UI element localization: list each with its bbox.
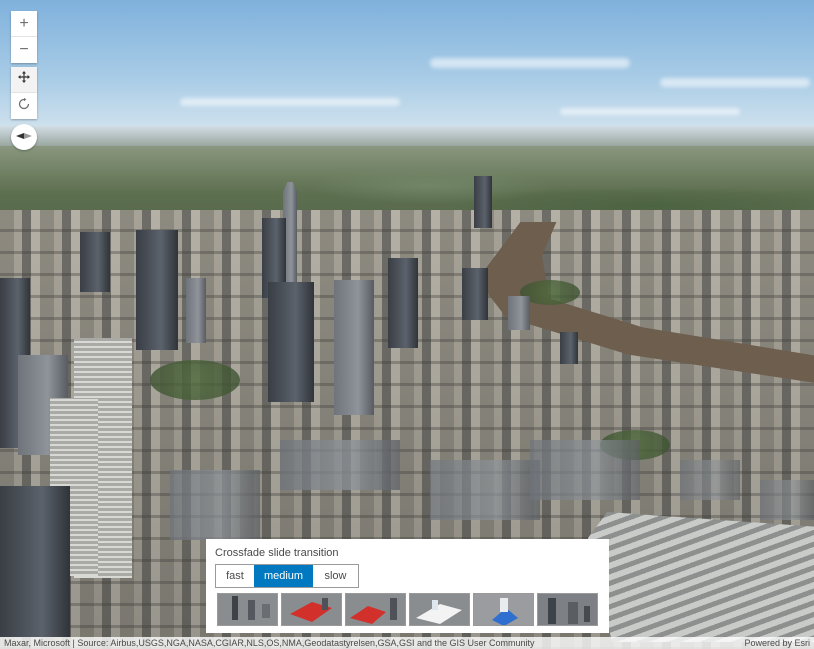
slide-thumbnail[interactable]	[345, 593, 406, 626]
attribution-text[interactable]: Maxar, Microsoft | Source: Airbus,USGS,N…	[4, 637, 535, 649]
skyscraper	[0, 486, 70, 637]
slide-thumbnail[interactable]	[281, 593, 342, 626]
rotate-mode-button[interactable]	[11, 93, 37, 119]
skyscraper	[508, 296, 530, 330]
slide-thumbnail[interactable]	[217, 593, 278, 626]
zoom-out-button[interactable]: −	[11, 37, 37, 63]
pan-icon	[17, 70, 31, 89]
speed-medium-button[interactable]: medium	[254, 565, 313, 587]
slide-thumbnail[interactable]	[409, 593, 470, 626]
sky	[0, 0, 814, 138]
skyscraper	[388, 258, 418, 348]
skyscraper	[334, 280, 374, 415]
compass-icon	[15, 128, 33, 146]
pan-mode-button[interactable]	[11, 67, 37, 93]
panel-title: Crossfade slide transition	[215, 547, 339, 559]
skyscraper	[80, 232, 110, 292]
navigation-toggle	[11, 67, 37, 119]
skyscraper	[186, 278, 206, 343]
speed-slow-button[interactable]: slow	[313, 565, 358, 587]
skyscraper	[268, 282, 314, 402]
slides-panel: Crossfade slide transition fast medium s…	[206, 539, 609, 633]
skyscraper	[136, 230, 178, 350]
slide-thumbnail[interactable]	[473, 593, 534, 626]
slide-thumbnail[interactable]	[537, 593, 598, 626]
transition-speed-selector: fast medium slow	[215, 564, 359, 588]
train-station-roof	[588, 512, 814, 642]
attribution-bar: Maxar, Microsoft | Source: Airbus,USGS,N…	[0, 637, 814, 649]
skyscraper	[462, 268, 488, 320]
powered-by-esri[interactable]: Powered by Esri	[744, 637, 810, 649]
skyscraper	[474, 176, 492, 228]
rotate-icon	[17, 97, 31, 116]
speed-fast-button[interactable]: fast	[216, 565, 254, 587]
compass-button[interactable]	[11, 124, 37, 150]
slide-thumbnails	[217, 593, 600, 626]
skyscraper	[560, 332, 578, 364]
zoom-in-button[interactable]: +	[11, 11, 37, 37]
zoom-controls: + −	[11, 11, 37, 63]
